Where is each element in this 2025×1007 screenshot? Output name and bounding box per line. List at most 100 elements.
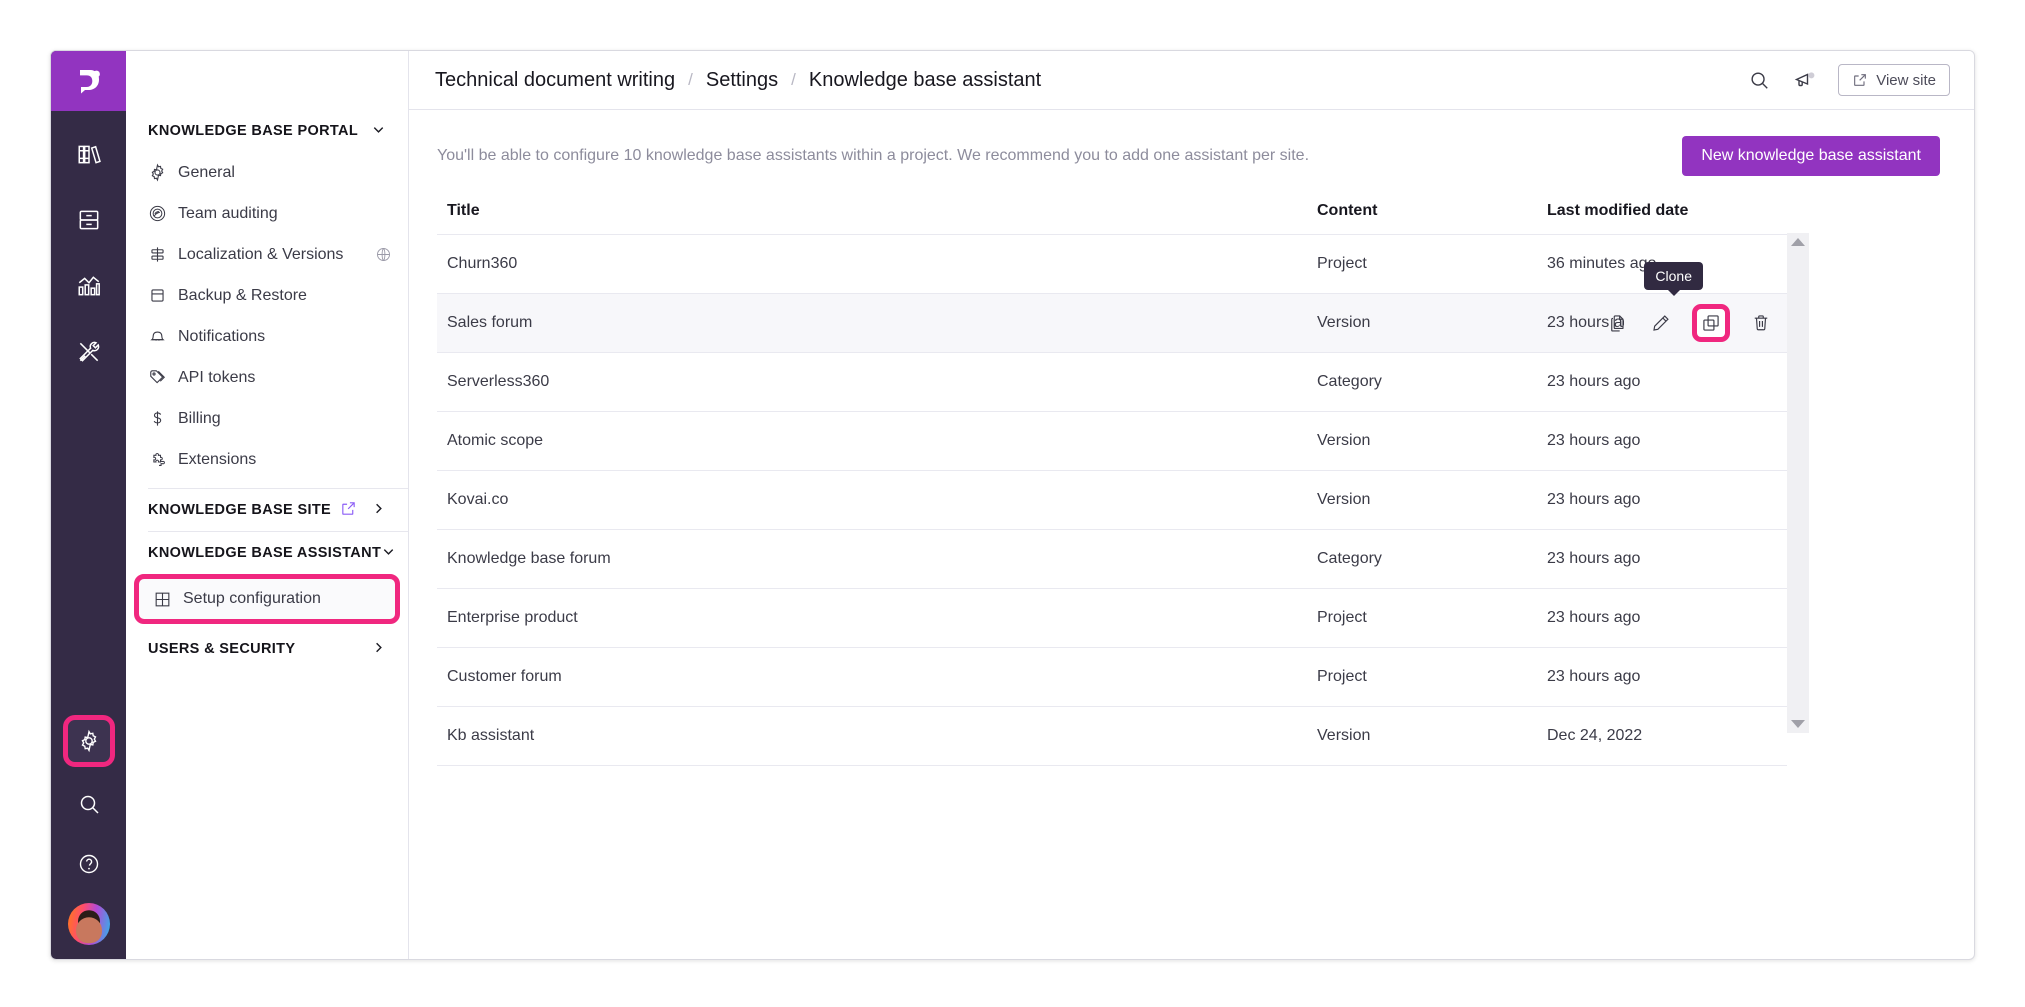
table-row[interactable]: Atomic scope Version 23 hours ago xyxy=(437,411,1787,471)
row-action-group: Clone xyxy=(1606,262,1773,342)
tooltip-clone: Clone xyxy=(1644,262,1703,290)
cell-date: 23 hours ago xyxy=(1547,550,1641,567)
sidebar-item-setup-configuration-highlight: Setup configuration xyxy=(134,574,400,624)
chevron-right-icon xyxy=(371,501,386,519)
sidebar-item-team-auditing[interactable]: Team auditing xyxy=(126,193,408,234)
sidebar-item-label: Billing xyxy=(178,409,221,427)
bell-icon xyxy=(148,327,178,346)
view-site-label: View site xyxy=(1876,71,1936,89)
dollar-icon xyxy=(148,409,178,428)
table-row[interactable]: Enterprise product Project 23 hours ago xyxy=(437,588,1787,648)
scroll-down-arrow-icon[interactable] xyxy=(1791,720,1805,728)
breadcrumb-project[interactable]: Technical document writing xyxy=(435,69,675,92)
globe-icon xyxy=(375,246,392,263)
table-header-row: Title Content Last modified date xyxy=(437,202,1787,235)
grid-icon xyxy=(153,590,183,609)
gear-icon[interactable] xyxy=(62,715,115,767)
sidebar-item-books[interactable] xyxy=(66,131,112,177)
sidebar-group-label: KNOWLEDGE BASE ASSISTANT xyxy=(148,545,382,561)
sidebar-item-label: Backup & Restore xyxy=(178,286,307,304)
table-row[interactable]: Knowledge base forum Category 23 hours a… xyxy=(437,529,1787,589)
search-icon[interactable] xyxy=(66,781,112,827)
assistants-table: Title Content Last modified date Churn36… xyxy=(437,202,1787,766)
sidebar-item-extensions[interactable]: Extensions xyxy=(126,439,408,480)
breadcrumb-current: Knowledge base assistant xyxy=(808,68,1042,91)
search-icon[interactable] xyxy=(1742,63,1776,97)
sidebar-item-backup-restore[interactable]: Backup & Restore xyxy=(126,275,408,316)
edit-pencil-icon[interactable] xyxy=(1649,311,1673,335)
sidebar-group-label: KNOWLEDGE BASE SITE xyxy=(148,502,332,518)
sidebar-group-users-security[interactable]: USERS & SECURITY xyxy=(126,628,408,670)
clone-icon[interactable] xyxy=(1692,304,1730,342)
content-panel: You'll be able to configure 10 knowledge… xyxy=(409,110,1974,959)
breadcrumb-settings[interactable]: Settings xyxy=(706,69,778,92)
sidebar-item-api-tokens[interactable]: API tokens xyxy=(126,357,408,398)
cell-content: Category xyxy=(1317,550,1382,567)
sidebar-item-general[interactable]: General xyxy=(126,152,408,193)
new-knowledge-base-assistant-button[interactable]: New knowledge base assistant xyxy=(1682,136,1940,176)
sidebar-item-localization-versions[interactable]: Localization & Versions xyxy=(126,234,408,275)
cell-content: Project xyxy=(1317,609,1367,626)
breadcrumb-separator: / xyxy=(791,70,796,89)
sidebar-item-tools[interactable] xyxy=(66,329,112,375)
table-scrollbar[interactable] xyxy=(1787,233,1809,733)
sidebar-item-label: Setup configuration xyxy=(183,590,321,607)
copy-icon[interactable] xyxy=(1606,311,1630,335)
cell-date: 23 hours ago xyxy=(1547,491,1641,508)
page-description: You'll be able to configure 10 knowledge… xyxy=(437,147,1310,164)
rail-bottom-group xyxy=(51,701,126,945)
external-link-icon[interactable] xyxy=(340,500,357,520)
sidebar-group-knowledge-base-portal[interactable]: KNOWLEDGE BASE PORTAL xyxy=(126,110,408,152)
table-row[interactable]: Sales forum Version 23 hours ago Clone xyxy=(437,262,1787,353)
scroll-up-arrow-icon[interactable] xyxy=(1791,238,1805,246)
trash-icon[interactable] xyxy=(1749,311,1773,335)
document360-logo[interactable] xyxy=(51,51,126,111)
sidebar-group-knowledge-base-assistant[interactable]: KNOWLEDGE BASE ASSISTANT xyxy=(126,532,408,574)
cell-date: 23 hours ago xyxy=(1547,609,1641,626)
column-header-date: Last modified date xyxy=(1547,202,1689,219)
cell-title: Kovai.co xyxy=(447,491,509,508)
sidebar-item-label: Localization & Versions xyxy=(178,245,344,263)
tag-icon xyxy=(148,368,178,387)
avatar[interactable] xyxy=(67,903,110,945)
localization-icon xyxy=(148,245,178,264)
column-header-title: Title xyxy=(447,202,480,219)
sidebar-item-label: Extensions xyxy=(178,450,257,468)
backup-icon xyxy=(148,286,178,305)
chevron-right-icon xyxy=(371,640,386,658)
table-row[interactable]: Serverless360 Category 23 hours ago xyxy=(437,352,1787,412)
sidebar-item-notifications[interactable]: Notifications xyxy=(126,316,408,357)
table-row[interactable]: Kb assistant Version Dec 24, 2022 xyxy=(437,706,1787,766)
sidebar-item-analytics[interactable] xyxy=(66,263,112,309)
sidebar-item-label: Team auditing xyxy=(178,204,278,222)
view-site-button[interactable]: View site xyxy=(1838,64,1950,96)
column-header-content: Content xyxy=(1317,202,1378,219)
app-window: KNOWLEDGE BASE PORTAL General Team audit… xyxy=(50,50,1975,960)
megaphone-icon[interactable] xyxy=(1788,63,1822,97)
sidebar-group-knowledge-base-site[interactable]: KNOWLEDGE BASE SITE xyxy=(126,489,408,531)
cell-date: 23 hours ago Clone xyxy=(1547,262,1787,353)
cell-content: Version xyxy=(1317,491,1371,508)
cell-content: Project xyxy=(1317,255,1367,272)
sidebar-item-setup-configuration[interactable]: Setup configuration xyxy=(139,579,395,619)
cell-title: Kb assistant xyxy=(447,727,535,744)
table-row[interactable]: Churn360 Project 36 minutes ago xyxy=(437,234,1787,294)
sidebar-item-label: Notifications xyxy=(178,327,266,345)
table-row[interactable]: Customer forum Project 23 hours ago xyxy=(437,647,1787,707)
sidebar-item-drive[interactable] xyxy=(66,197,112,243)
puzzle-icon xyxy=(148,450,178,469)
cell-title: Sales forum xyxy=(447,314,533,331)
sidebar-item-label: API tokens xyxy=(178,368,256,386)
audit-icon xyxy=(148,204,178,223)
table-row[interactable]: Kovai.co Version 23 hours ago xyxy=(437,470,1787,530)
help-icon[interactable] xyxy=(66,841,112,887)
settings-sidebar: KNOWLEDGE BASE PORTAL General Team audit… xyxy=(126,51,409,959)
cell-content: Version xyxy=(1317,314,1371,331)
sidebar-item-billing[interactable]: Billing xyxy=(126,398,408,439)
cell-date: 23 hours ago xyxy=(1547,373,1641,390)
gear-icon xyxy=(148,163,178,182)
top-bar: Technical document writing / Settings / … xyxy=(409,51,1974,110)
cell-title: Customer forum xyxy=(447,668,562,685)
main-area: Technical document writing / Settings / … xyxy=(409,51,1974,959)
chevron-down-icon xyxy=(371,122,386,140)
